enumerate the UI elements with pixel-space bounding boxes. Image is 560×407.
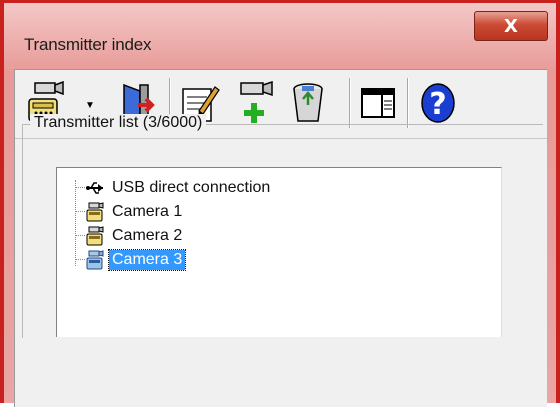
tree-item-usb[interactable]: USB direct connection — [75, 176, 273, 200]
close-button[interactable]: X — [474, 11, 548, 41]
help-icon: ? — [421, 83, 455, 123]
transmitter-tree[interactable]: USB direct connection Camera 1 Camera 2 — [56, 167, 502, 337]
tree-connector — [75, 235, 85, 236]
camera-icon — [86, 202, 104, 222]
tree-item-label: Camera 1 — [112, 203, 183, 220]
tree-connector — [75, 187, 85, 188]
help-button[interactable]: ? — [415, 78, 461, 128]
delete-transmitter-button[interactable] — [285, 78, 331, 128]
tree-item-camera-2[interactable]: Camera 2 — [75, 224, 185, 248]
tree-item-label-selected: Camera 3 — [107, 249, 187, 271]
title-bar[interactable]: Transmitter index X — [4, 3, 556, 69]
window-title: Transmitter index — [24, 35, 152, 54]
tree-connector — [75, 259, 85, 260]
camera-icon — [86, 250, 104, 270]
tree-item-camera-1[interactable]: Camera 1 — [75, 200, 185, 224]
toolbar-separator — [407, 78, 409, 128]
chevron-down-icon[interactable]: ▼ — [85, 100, 95, 111]
tree-connector — [75, 180, 76, 266]
svg-text:?: ? — [429, 87, 446, 122]
transmitter-list-label: Transmitter list (3/6000) — [30, 114, 207, 132]
tree-item-camera-3[interactable]: Camera 3 — [75, 248, 187, 272]
layout-button[interactable] — [355, 78, 401, 128]
close-icon: X — [504, 15, 518, 37]
camera-icon — [86, 226, 104, 246]
tree-item-label: Camera 2 — [112, 227, 183, 244]
tree-connector — [75, 211, 85, 212]
add-transmitter-button[interactable] — [233, 78, 279, 128]
toolbar-separator — [349, 78, 351, 128]
camera-add-icon — [240, 81, 273, 123]
usb-icon — [86, 182, 103, 194]
recycle-bin-icon — [293, 83, 323, 122]
window-layout-icon — [361, 88, 395, 118]
tree-item-label: USB direct connection — [112, 179, 271, 196]
